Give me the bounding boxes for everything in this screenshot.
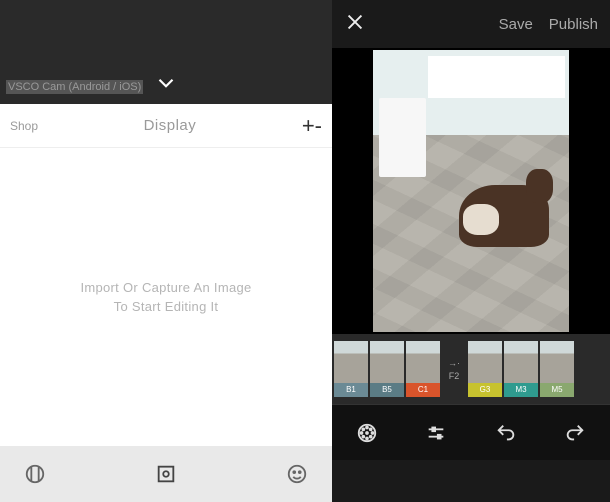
filter-strip[interactable]: B1B5C1→·F2G3M3M5 [332, 334, 610, 404]
filter-thumb-m3[interactable]: M3 [504, 341, 538, 397]
filter-thumb-c1[interactable]: C1 [406, 341, 440, 397]
filter-label: B1 [334, 383, 368, 397]
filter-thumb-b1[interactable]: B1 [334, 341, 368, 397]
shop-link[interactable]: Shop [10, 119, 38, 133]
filter-group-separator[interactable]: →·F2 [442, 341, 466, 397]
editor-panel: Save Publish B1B5C1→·F2G3M3M5 [332, 0, 610, 502]
editor-toolbar [332, 404, 610, 460]
filter-label: M3 [504, 383, 538, 397]
undo-icon[interactable] [486, 413, 526, 453]
editor-top-bar: Save Publish [332, 0, 610, 48]
empty-line-1: Import Or Capture An Image [80, 280, 251, 295]
filter-label: C1 [406, 383, 440, 397]
background-article-overlay: VSCO Cam (Android / iOS) [0, 0, 332, 104]
redo-icon[interactable] [555, 413, 595, 453]
library-panel: VSCO Cam (Android / iOS) Shop Display +-… [0, 0, 332, 502]
photo-dog-on-patio [373, 50, 569, 332]
presets-icon[interactable] [347, 413, 387, 453]
profile-icon[interactable] [286, 463, 308, 485]
camera-icon[interactable] [155, 463, 177, 485]
grid-icon[interactable] [24, 463, 46, 485]
filter-thumb-m5[interactable]: M5 [540, 341, 574, 397]
filter-thumb-g3[interactable]: G3 [468, 341, 502, 397]
bottom-nav [0, 446, 332, 502]
article-app-caption: VSCO Cam (Android / iOS) [6, 80, 143, 94]
empty-line-2: To Start Editing It [114, 299, 219, 314]
chevron-down-icon[interactable] [153, 70, 179, 101]
add-button[interactable]: +- [302, 113, 322, 139]
save-button[interactable]: Save [499, 16, 533, 33]
empty-state: Import Or Capture An Image To Start Edit… [0, 148, 332, 446]
adjust-icon[interactable] [416, 413, 456, 453]
display-title: Display [144, 117, 197, 134]
filter-thumb-b5[interactable]: B5 [370, 341, 404, 397]
filter-label: G3 [468, 383, 502, 397]
library-header: Shop Display +- [0, 104, 332, 148]
filter-label: B5 [370, 383, 404, 397]
close-icon[interactable] [344, 11, 366, 38]
filter-label: M5 [540, 383, 574, 397]
photo-preview [332, 48, 610, 334]
publish-button[interactable]: Publish [549, 16, 598, 33]
